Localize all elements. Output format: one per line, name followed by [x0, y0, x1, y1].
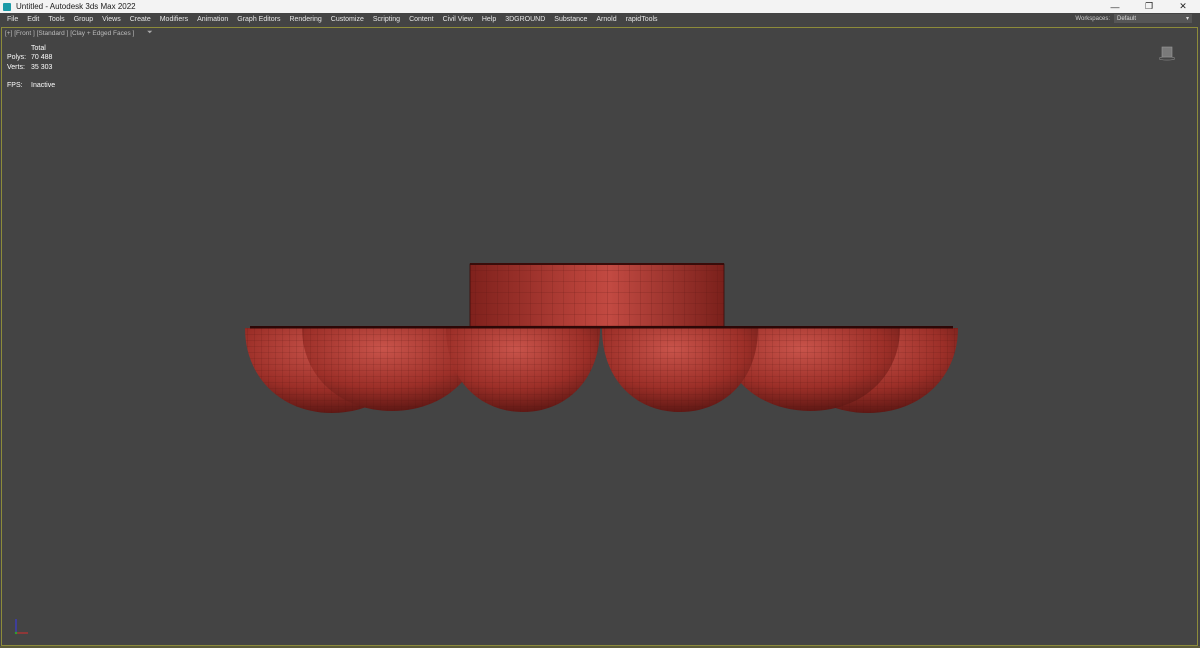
clay-model-scene[interactable] [2, 28, 1197, 645]
menu-3dground[interactable]: 3DGROUND [502, 16, 551, 23]
menu-modifiers[interactable]: Modifiers [157, 16, 194, 23]
menu-bar: File Edit Tools Group Views Create Modif… [0, 13, 1200, 26]
menu-graph-editors[interactable]: Graph Editors [234, 16, 286, 23]
menu-civil-view[interactable]: Civil View [440, 16, 479, 23]
cylinder-mesh[interactable] [469, 263, 725, 329]
menu-animation[interactable]: Animation [194, 16, 234, 23]
axis-tripod-icon [14, 619, 28, 635]
menu-rendering[interactable]: Rendering [286, 16, 327, 23]
menu-arnold[interactable]: Arnold [593, 16, 622, 23]
menu-file[interactable]: File [4, 16, 24, 23]
workspace-label: Workspaces: [1075, 15, 1110, 22]
close-button[interactable]: ✕ [1166, 0, 1200, 13]
title-bar: Untitled - Autodesk 3ds Max 2022 — ❐ ✕ [0, 0, 1200, 13]
menu-content[interactable]: Content [406, 16, 440, 23]
window-controls: — ❐ ✕ [1098, 0, 1200, 13]
menu-substance[interactable]: Substance [551, 16, 593, 23]
restore-button[interactable]: ❐ [1132, 0, 1166, 13]
menu-scripting[interactable]: Scripting [370, 16, 406, 23]
minimize-button[interactable]: — [1098, 0, 1132, 13]
workspace-dropdown[interactable]: Default ▾ [1114, 14, 1192, 23]
menu-edit[interactable]: Edit [24, 16, 45, 23]
app-icon [3, 2, 11, 11]
menu-views[interactable]: Views [99, 16, 127, 23]
workspace-value: Default [1117, 15, 1137, 22]
menu-help[interactable]: Help [479, 16, 502, 23]
menu-rapidtools[interactable]: rapidTools [623, 16, 664, 23]
menu-create[interactable]: Create [127, 16, 157, 23]
window-title: Untitled - Autodesk 3ds Max 2022 [16, 2, 136, 11]
front-viewport[interactable]: [+] [Front ] [Standard ] [Clay + Edged F… [1, 27, 1198, 646]
menu-group[interactable]: Group [71, 16, 99, 23]
chevron-down-icon: ▾ [1185, 16, 1189, 22]
menu-customize[interactable]: Customize [328, 16, 370, 23]
bowl-meshes[interactable] [245, 326, 958, 413]
menu-tools[interactable]: Tools [45, 16, 70, 23]
workspace-selector: Workspaces: Default ▾ [1075, 14, 1192, 23]
